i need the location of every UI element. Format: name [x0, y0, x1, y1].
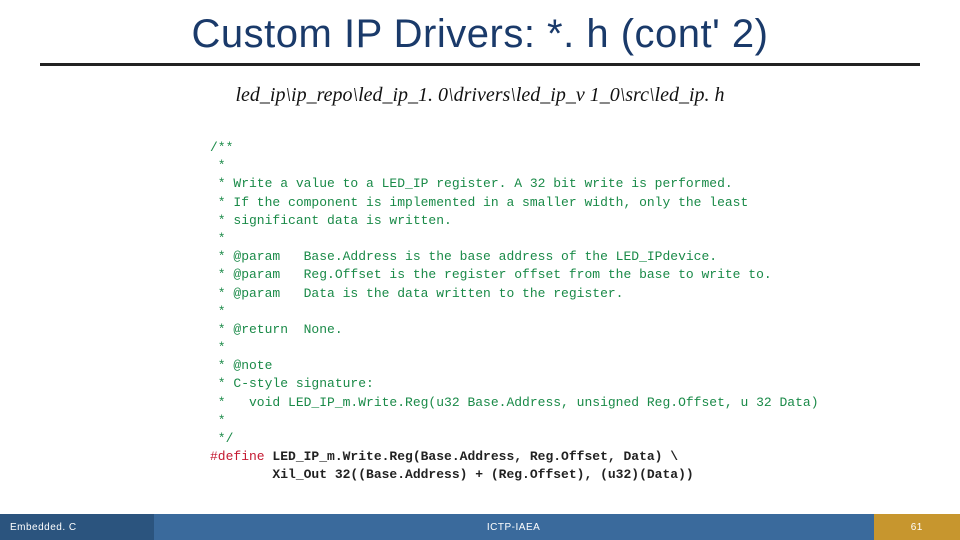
code-line: * — [210, 413, 226, 428]
code-keyword: #define — [210, 449, 265, 464]
slide-footer: Embedded. C ICTP-IAEA 61 — [0, 514, 960, 540]
code-line: * — [210, 158, 226, 173]
code-line: * C-style signature: — [210, 376, 374, 391]
footer-right: 61 — [874, 514, 960, 540]
footer-center-text: ICTP-IAEA — [487, 522, 540, 533]
code-line: /** — [210, 140, 233, 155]
code-line: * — [210, 304, 226, 319]
code-line: * If the component is implemented in a s… — [210, 195, 748, 210]
code-line: * @param Data is the data written to the… — [210, 286, 623, 301]
code-line: * significant data is written. — [210, 213, 452, 228]
code-line: Xil_Out 32((Base.Address) + (Reg.Offset)… — [210, 467, 694, 482]
footer-left: Embedded. C — [0, 514, 154, 540]
code-line: * Write a value to a LED_IP register. A … — [210, 176, 733, 191]
code-block: /** * * Write a value to a LED_IP regist… — [210, 139, 960, 485]
footer-center: ICTP-IAEA — [154, 514, 874, 540]
code-line: * @return None. — [210, 322, 343, 337]
slide-title: Custom IP Drivers: *. h (cont' 2) — [0, 0, 960, 57]
title-divider — [40, 63, 920, 66]
file-path: led_ip\ip_repo\led_ip_1. 0\drivers\led_i… — [0, 84, 960, 107]
code-line: * @param Base.Address is the base addres… — [210, 249, 717, 264]
code-line: * — [210, 231, 226, 246]
code-line: * @param Reg.Offset is the register offs… — [210, 267, 772, 282]
footer-left-text: Embedded. C — [0, 522, 77, 533]
code-line: */ — [210, 431, 233, 446]
code-line: * @note — [210, 358, 272, 373]
code-line: * void LED_IP_m.Write.Reg(u32 Base.Addre… — [210, 395, 819, 410]
page-number: 61 — [911, 522, 923, 533]
code-line: LED_IP_m.Write.Reg(Base.Address, Reg.Off… — [265, 449, 678, 464]
code-line: * — [210, 340, 226, 355]
